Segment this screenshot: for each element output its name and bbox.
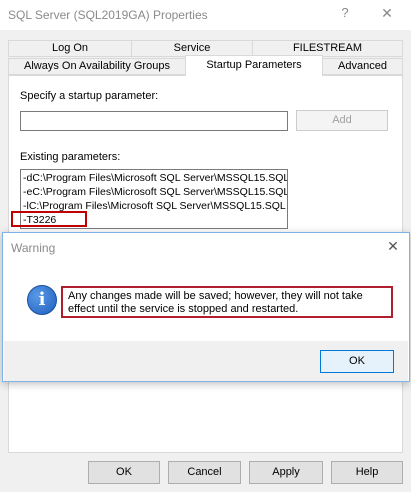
tab-label: Log On [51, 42, 89, 54]
tab-startup-parameters[interactable]: Startup Parameters [185, 55, 323, 76]
titlebar: SQL Server (SQL2019GA) Properties ? ✕ [0, 0, 411, 30]
tab-label: Startup Parameters [206, 59, 302, 71]
add-button[interactable]: Add [296, 110, 388, 131]
existing-parameters-label: Existing parameters: [20, 151, 121, 163]
apply-button[interactable]: Apply [249, 461, 323, 484]
list-item[interactable]: -eC:\Program Files\Microsoft SQL Server\… [23, 186, 287, 199]
close-icon[interactable]: ✕ [378, 5, 396, 22]
window-title: SQL Server (SQL2019GA) Properties [8, 8, 208, 22]
specify-parameter-label: Specify a startup parameter: [20, 90, 159, 102]
warning-title: Warning [11, 241, 56, 255]
tab-label: Always On Availability Groups [24, 60, 170, 72]
tab-label: Advanced [338, 60, 387, 72]
tab-advanced[interactable]: Advanced [322, 58, 403, 75]
info-icon: i [27, 285, 57, 315]
warning-ok-button[interactable]: OK [320, 350, 394, 373]
help-icon[interactable]: ? [338, 5, 352, 20]
list-item[interactable]: -dC:\Program Files\Microsoft SQL Server\… [23, 172, 287, 185]
startup-parameter-input[interactable] [20, 111, 288, 131]
ok-button[interactable]: OK [88, 461, 160, 484]
help-button[interactable]: Help [331, 461, 403, 484]
tab-log-on[interactable]: Log On [8, 40, 132, 57]
parameter-highlight-box [11, 211, 87, 227]
tab-always-on[interactable]: Always On Availability Groups [8, 58, 186, 75]
cancel-button[interactable]: Cancel [168, 461, 241, 484]
tab-label: FILESTREAM [292, 42, 363, 54]
tab-label: Service [173, 42, 211, 54]
warning-message: Any changes made will be saved; however,… [61, 286, 393, 318]
close-icon[interactable]: ✕ [385, 238, 401, 255]
